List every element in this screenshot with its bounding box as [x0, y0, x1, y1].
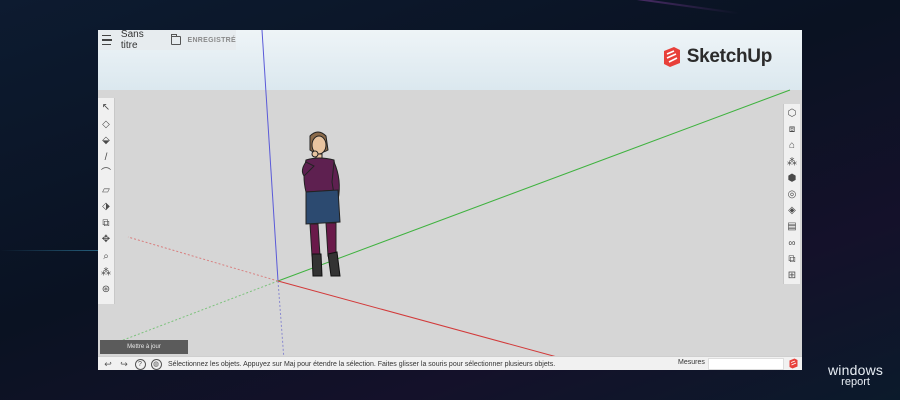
person-figure [301, 131, 341, 277]
entity-info-icon[interactable]: ⬡ [785, 106, 799, 122]
redo-icon[interactable]: ↪ [118, 358, 130, 370]
outliner-icon[interactable]: ⧉ [785, 252, 799, 268]
arc-icon[interactable]: ⌒ [99, 166, 113, 183]
sketchup-logo-icon [663, 47, 680, 67]
eraser-icon[interactable]: ◇ [99, 117, 113, 134]
scenes-icon[interactable]: ⬢ [785, 171, 799, 187]
hamburger-menu-icon[interactable] [102, 35, 112, 45]
green-axis-dotted [117, 280, 279, 343]
orbit-icon[interactable]: ⊛ [99, 282, 113, 299]
save-status: ENREGISTRÉ [187, 36, 236, 44]
offset-icon[interactable]: ⧉ [99, 216, 113, 233]
select-icon[interactable]: ↖ [99, 100, 113, 117]
watermark-line1: windows [828, 362, 884, 378]
right-toolbar: ⬡ ⧈ ⌂ ⁂ ⬢ ◎ ◈ ▤ ∞ ⧉ ⊞ [783, 104, 800, 284]
axes [117, 30, 791, 361]
views-icon[interactable]: ▤ [785, 219, 799, 235]
left-toolbar: ↖ ◇ ⬙ / ⌒ ▱ ⬗ ⧉ ✥ ⌕ ⁂ ⊛ [98, 98, 115, 304]
undo-icon[interactable]: ↩ [102, 358, 114, 370]
status-bar: ↩ ↪ ? ◍ Sélectionnez les objets. Appuyez… [98, 356, 802, 370]
blue-axis-dotted [277, 280, 285, 361]
status-message: Sélectionnez les objets. Appuyez sur Maj… [168, 360, 556, 368]
tags-icon[interactable]: ◈ [785, 203, 799, 219]
header-bar: Sans titre ENREGISTRÉ [98, 30, 236, 51]
background-streak [421, 0, 739, 15]
components-icon[interactable]: ⧈ [785, 122, 799, 138]
display-icon[interactable]: ∞ [785, 236, 799, 252]
instructor-icon[interactable]: ⊞ [785, 268, 799, 284]
styles-icon[interactable]: ⁂ [785, 155, 799, 171]
measurements-input[interactable] [708, 358, 784, 370]
push-pull-icon[interactable]: ⬗ [99, 199, 113, 216]
tape-measure-icon[interactable]: ⌕ [99, 249, 113, 266]
measurements-label: Mesures [678, 359, 705, 366]
help-icon[interactable]: ? [134, 358, 146, 370]
red-axis-dotted [127, 236, 279, 282]
sketchup-window: Sans titre ENREGISTRÉ SketchUp ↖ ◇ ⬙ / ⌒ ▱ ⬗ ⧉ ✥… [98, 30, 802, 370]
footprints-icon[interactable]: ⁂ [99, 265, 113, 282]
background-streak [0, 250, 110, 251]
folder-icon[interactable] [170, 33, 182, 45]
shadows-icon[interactable]: ◎ [785, 187, 799, 203]
update-button[interactable]: Mettre à jour [100, 340, 188, 354]
sketchup-small-logo-icon[interactable] [788, 358, 799, 369]
blue-axis [261, 30, 279, 282]
globe-icon[interactable]: ◍ [150, 358, 162, 370]
rectangle-icon[interactable]: ▱ [99, 183, 113, 200]
watermark: windows report [828, 362, 884, 388]
sketchup-logo: SketchUp [662, 46, 772, 68]
materials-icon[interactable]: ⌂ [785, 138, 799, 154]
logo-text: SketchUp [686, 46, 773, 67]
paint-bucket-icon[interactable]: ⬙ [99, 133, 113, 150]
move-icon[interactable]: ✥ [99, 232, 113, 249]
document-title[interactable]: Sans titre [121, 30, 159, 51]
line-icon[interactable]: / [99, 150, 113, 167]
red-axis [277, 280, 569, 361]
